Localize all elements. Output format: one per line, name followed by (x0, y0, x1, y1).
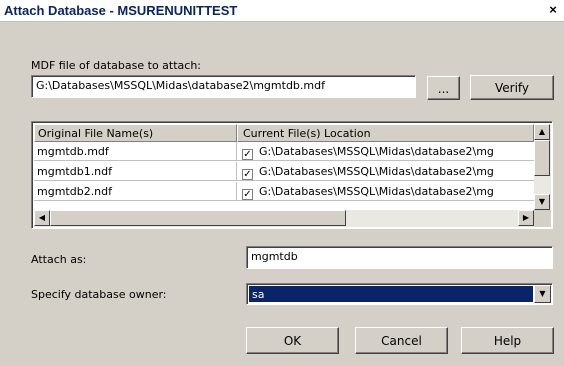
location-text: G:\Databases\MSSQL\Midas\database2\mg (259, 165, 494, 178)
location-checkbox[interactable]: ✓ (242, 189, 253, 200)
files-grid[interactable]: Original File Name(s) Current File(s) Lo… (31, 121, 553, 229)
mdf-path-input[interactable]: G:\Databases\MSSQL\Midas\database2\mgmtd… (31, 75, 416, 98)
close-icon[interactable]: × (545, 3, 561, 17)
scroll-down-icon[interactable]: ▼ (534, 194, 550, 210)
location-cell[interactable]: ✓ G:\Databases\MSSQL\Midas\database2\mg (237, 162, 534, 181)
scroll-left-icon[interactable]: ◀ (34, 210, 50, 226)
verify-button-label: Verify (494, 81, 530, 95)
owner-label: Specify database owner: (31, 288, 167, 301)
help-button[interactable]: Help (461, 327, 554, 354)
original-file-cell: mgmtdb.mdf (34, 142, 237, 161)
cancel-button[interactable]: Cancel (355, 327, 448, 354)
title-bar: Attach Database - MSURENUNITTEST × (0, 0, 564, 22)
ok-button-label: OK (283, 334, 302, 348)
location-checkbox[interactable]: ✓ (242, 149, 253, 160)
owner-dropdown[interactable]: sa ▼ (246, 283, 553, 305)
help-button-label: Help (493, 334, 522, 348)
location-cell[interactable]: ✓ G:\Databases\MSSQL\Midas\database2\mg (237, 182, 534, 201)
location-checkbox[interactable]: ✓ (242, 169, 253, 180)
horizontal-scrollbar[interactable]: ◀ ▶ (34, 210, 534, 227)
mdf-label: MDF file of database to attach: (31, 59, 202, 72)
horizontal-scroll-thumb[interactable] (50, 210, 346, 226)
ok-button[interactable]: OK (246, 327, 339, 354)
original-file-cell: mgmtdb1.ndf (34, 162, 237, 181)
chevron-down-icon[interactable]: ▼ (534, 285, 551, 303)
column-header-original-file[interactable]: Original File Name(s) (34, 124, 237, 142)
browse-button[interactable]: ... (427, 76, 460, 100)
original-file-cell: mgmtdb2.ndf (34, 182, 237, 201)
attach-as-input[interactable]: mgmtdb (246, 246, 553, 269)
table-row[interactable]: mgmtdb.mdf ✓ G:\Databases\MSSQL\Midas\dat… (34, 142, 534, 161)
cancel-button-label: Cancel (381, 334, 422, 348)
owner-selected-value: sa (249, 286, 533, 302)
location-cell[interactable]: ✓ G:\Databases\MSSQL\Midas\database2\mg (237, 142, 534, 161)
attach-as-label: Attach as: (31, 253, 87, 266)
location-text: G:\Databases\MSSQL\Midas\database2\mg (259, 145, 494, 158)
table-row[interactable]: mgmtdb2.ndf ✓ G:\Databases\MSSQL\Midas\da… (34, 182, 534, 201)
vertical-scroll-thumb[interactable] (534, 140, 550, 176)
vertical-scrollbar[interactable]: ▲ ▼ (534, 124, 551, 210)
scrollbar-corner (534, 210, 551, 227)
window-title: Attach Database - MSURENUNITTEST (4, 3, 238, 18)
column-header-current-location[interactable]: Current File(s) Location (237, 124, 534, 142)
browse-button-label: ... (437, 82, 450, 96)
verify-button[interactable]: Verify (470, 75, 554, 100)
scroll-right-icon[interactable]: ▶ (518, 210, 534, 226)
table-row[interactable]: mgmtdb1.ndf ✓ G:\Databases\MSSQL\Midas\da… (34, 162, 534, 181)
scroll-up-icon[interactable]: ▲ (534, 124, 550, 140)
location-text: G:\Databases\MSSQL\Midas\database2\mg (259, 185, 494, 198)
